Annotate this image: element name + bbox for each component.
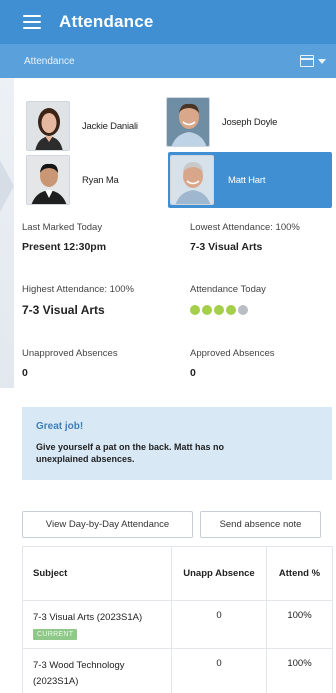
table-header-row: Subject Unapp Absence Attend % <box>22 546 333 601</box>
stat-unapproved-absences: Unapproved Absences 0 <box>22 348 118 379</box>
sub-header-title: Attendance <box>24 55 75 67</box>
column-header-subject[interactable]: Subject <box>22 546 172 601</box>
student-card-matt-selected[interactable]: Matt Hart <box>168 152 332 208</box>
stat-lowest-attendance: Lowest Attendance: 100% 7-3 Visual Arts <box>190 222 300 253</box>
sub-header: Attendance <box>0 44 336 78</box>
page-title: Attendance <box>59 12 154 31</box>
unapproved-cell: 0 <box>171 600 267 649</box>
attendance-dot-unmarked <box>238 305 248 315</box>
calendar-dropdown[interactable] <box>300 55 326 67</box>
student-card-joseph[interactable]: Joseph Doyle <box>166 96 277 148</box>
attendance-dot-present <box>202 305 212 315</box>
column-header-unapproved[interactable]: Unapp Absence <box>171 546 267 601</box>
stat-label: Last Marked Today <box>22 222 103 233</box>
attendance-dot-present <box>226 305 236 315</box>
student-name: Joseph Doyle <box>222 116 278 128</box>
praise-alert: Great job! Give yourself a pat on the ba… <box>22 407 332 480</box>
calendar-icon <box>300 55 314 67</box>
attend-cell: 100% <box>266 648 333 693</box>
stat-label: Highest Attendance: 100% <box>22 284 134 295</box>
attendance-dot-present <box>190 305 200 315</box>
subject-table: Subject Unapp Absence Attend % 7-3 Visua… <box>22 546 333 693</box>
attend-cell: 100% <box>266 600 333 649</box>
attendance-dots <box>190 305 266 315</box>
stat-label: Lowest Attendance: 100% <box>190 222 300 233</box>
table-row[interactable]: 7-3 Visual Arts (2023S1A) CURRENT 0 100% <box>22 600 333 649</box>
student-card-jackie[interactable]: Jackie Daniali <box>26 100 138 152</box>
column-header-attend[interactable]: Attend % <box>266 546 333 601</box>
subject-cell: 7-3 Visual Arts (2023S1A) CURRENT <box>22 600 172 649</box>
alert-body: Give yourself a pat on the back. Matt ha… <box>36 442 225 464</box>
send-absence-note-button[interactable]: Send absence note <box>200 511 321 538</box>
student-selector: Jackie Daniali Joseph Doyle Ryan Ma Matt… <box>26 96 332 212</box>
attendance-dot-present <box>214 305 224 315</box>
student-card-ryan[interactable]: Ryan Ma <box>26 154 119 206</box>
student-avatar <box>170 155 214 205</box>
current-badge: CURRENT <box>33 629 78 640</box>
student-avatar <box>26 101 70 151</box>
stat-value: 0 <box>22 367 28 379</box>
stat-attendance-today: Attendance Today <box>190 284 266 315</box>
stat-value: Present 12:30pm <box>22 241 107 253</box>
student-name: Matt Hart <box>228 174 266 186</box>
student-avatar <box>26 155 70 205</box>
stat-label: Attendance Today <box>190 284 266 295</box>
side-decoration-notch <box>0 160 14 212</box>
student-avatar <box>166 97 210 147</box>
stat-last-marked: Last Marked Today Present 12:30pm <box>22 222 106 253</box>
stat-highest-attendance: Highest Attendance: 100% 7-3 Visual Arts <box>22 284 134 317</box>
subject-name: 7-3 Wood Technology (2023S1A) <box>33 660 125 687</box>
app-header: Attendance <box>0 0 336 44</box>
stat-label: Unapproved Absences <box>22 348 118 359</box>
stat-value: 7-3 Visual Arts <box>22 303 105 317</box>
stat-value: 7-3 Visual Arts <box>190 241 263 253</box>
chevron-down-icon <box>318 58 326 64</box>
student-name: Ryan Ma <box>82 174 119 186</box>
stat-label: Approved Absences <box>190 348 275 359</box>
subject-cell: 7-3 Wood Technology (2023S1A) <box>22 648 172 693</box>
hamburger-menu-icon[interactable] <box>23 15 41 29</box>
side-decoration <box>0 78 14 388</box>
stat-approved-absences: Approved Absences 0 <box>190 348 275 379</box>
unapproved-cell: 0 <box>171 648 267 693</box>
day-by-day-attendance-button[interactable]: View Day-by-Day Attendance <box>22 511 193 538</box>
action-buttons: View Day-by-Day Attendance Send absence … <box>22 511 332 538</box>
table-row[interactable]: 7-3 Wood Technology (2023S1A) 0 100% <box>22 648 333 693</box>
stat-value: 0 <box>190 367 196 379</box>
subject-name: 7-3 Visual Arts (2023S1A) <box>33 612 143 623</box>
alert-title: Great job! <box>36 421 84 432</box>
student-name: Jackie Daniali <box>82 120 138 132</box>
